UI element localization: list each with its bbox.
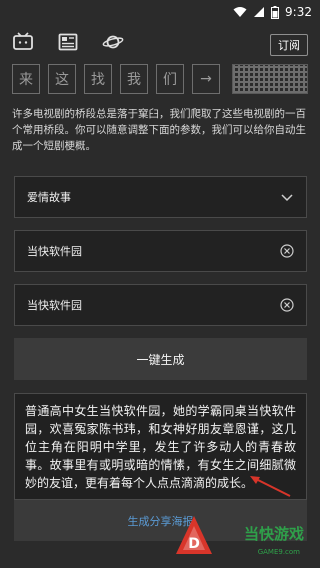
- news-icon[interactable]: [58, 33, 78, 55]
- watermark-subtitle: GAME9.com: [257, 548, 300, 556]
- promo-banner: 来 这 找 我 们 →: [0, 64, 320, 100]
- status-bar: 9:32: [0, 0, 320, 24]
- clear-icon[interactable]: [280, 298, 294, 315]
- signal-icon: [253, 6, 265, 18]
- clear-icon[interactable]: [280, 244, 294, 261]
- name-input-2-value: 当快软件园: [27, 299, 82, 312]
- subscribe-button[interactable]: 订阅: [270, 34, 308, 56]
- qr-code: [232, 64, 308, 94]
- banner-arrow: →: [192, 64, 220, 94]
- genre-select[interactable]: 爱情故事: [14, 176, 307, 218]
- planet-icon[interactable]: [102, 33, 124, 55]
- watermark-logo-letter: D: [188, 536, 200, 552]
- battery-icon: [271, 5, 280, 19]
- watermark: D 当快游戏 GAME9.com: [164, 506, 314, 566]
- name-input-1-value: 当快软件园: [27, 245, 82, 258]
- banner-char: 找: [84, 64, 112, 94]
- name-input-1[interactable]: 当快软件园: [14, 230, 307, 272]
- genre-select-value: 爱情故事: [27, 191, 71, 204]
- watermark-title: 当快游戏: [243, 525, 304, 543]
- tv-icon[interactable]: [12, 32, 34, 56]
- banner-char: 这: [48, 64, 76, 94]
- banner-char: 们: [156, 64, 184, 94]
- watermark-logo-icon: D: [176, 516, 212, 554]
- intro-description: 许多电视剧的桥段总是落于窠臼，我们爬取了这些电视剧的一百个常用桥段。你可以随意调…: [12, 108, 306, 152]
- generate-button[interactable]: 一键生成: [14, 338, 307, 380]
- wifi-icon: [233, 6, 247, 18]
- banner-char: 来: [12, 64, 40, 94]
- status-time: 9:32: [285, 5, 312, 19]
- chevron-down-icon: [280, 190, 294, 207]
- top-toolbar: 订阅: [0, 24, 320, 64]
- banner-char: 我: [120, 64, 148, 94]
- name-input-2[interactable]: 当快软件园: [14, 284, 307, 326]
- arrow-annotation-icon: [250, 476, 291, 497]
